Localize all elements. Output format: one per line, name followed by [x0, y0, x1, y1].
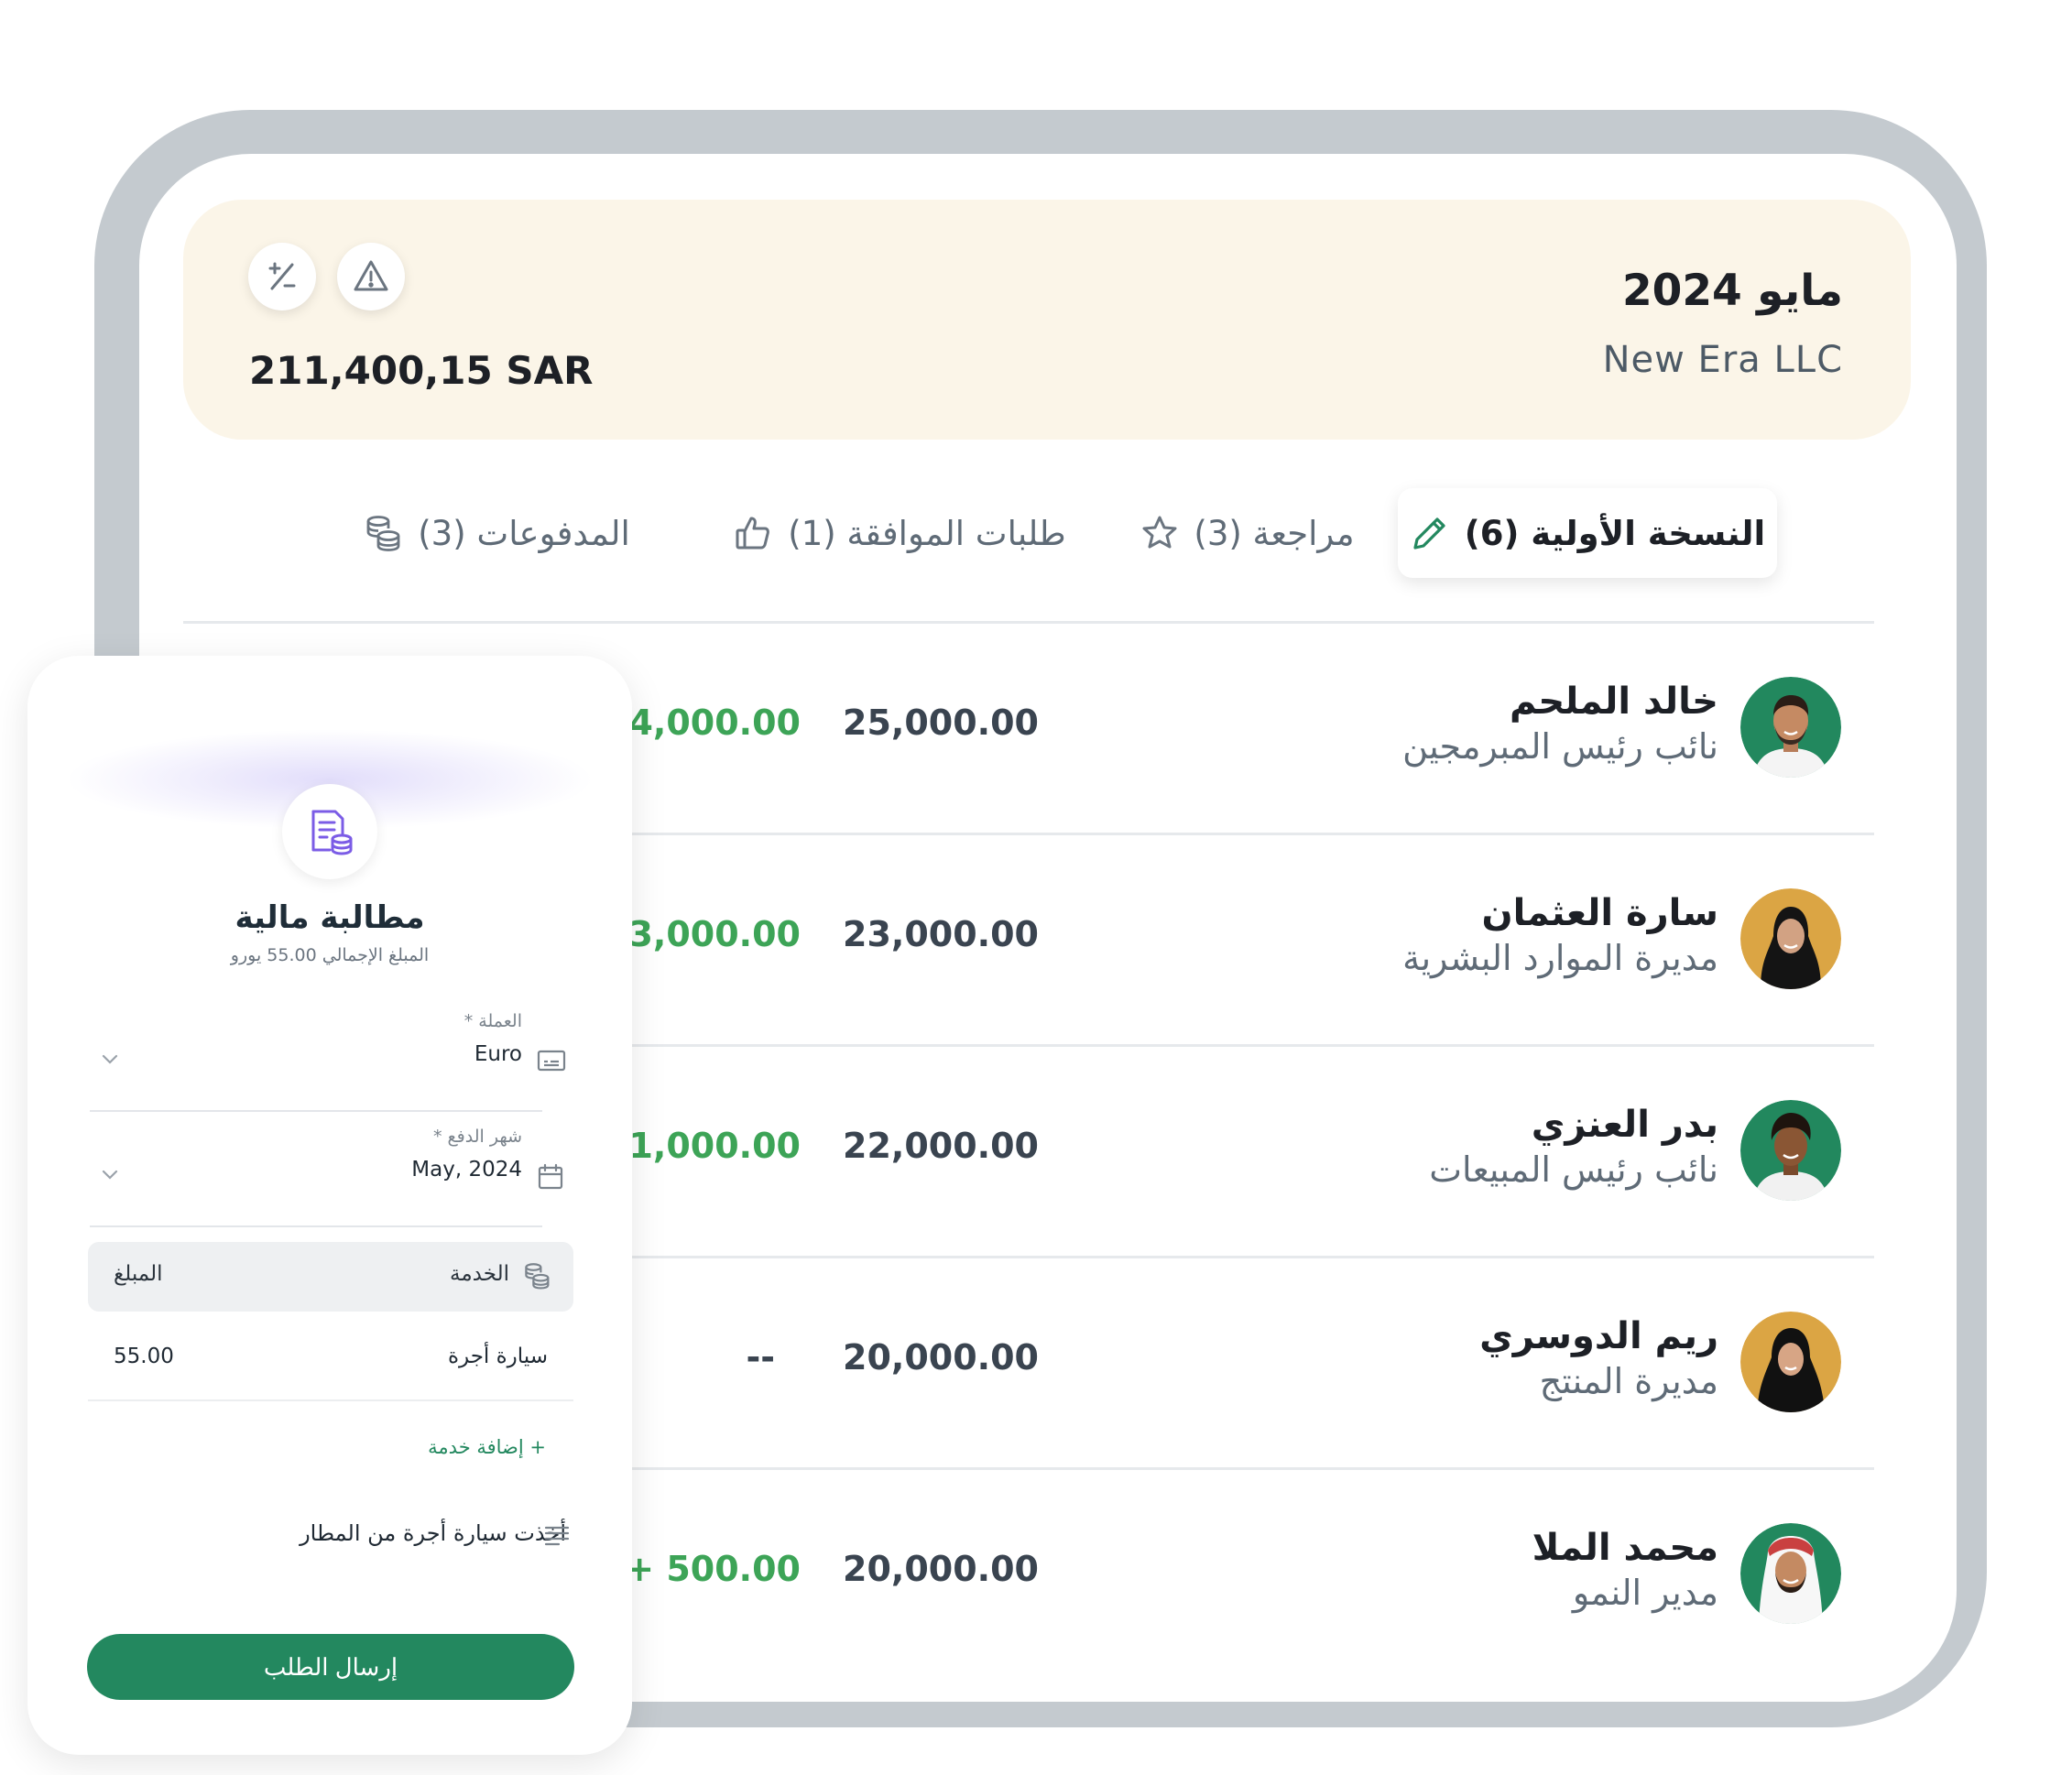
calendar-icon — [538, 1163, 563, 1190]
adjustments-button[interactable] — [248, 243, 316, 310]
employee-role: مدير النمو — [1572, 1573, 1718, 1613]
plus-minus-icon — [268, 262, 296, 290]
employee-role: نائب رئيس المبيعات — [1429, 1149, 1718, 1190]
employee-name: خالد الملحم — [1510, 681, 1718, 723]
claim-title: مطالبة مالية — [234, 899, 425, 936]
payment-month-value: May, 2024 — [411, 1158, 522, 1182]
coins-icon — [366, 516, 400, 551]
coins-icon — [525, 1263, 550, 1290]
additions-amount: + 500.00 — [625, 1549, 801, 1589]
employee-name: بدر العنزي — [1531, 1104, 1718, 1146]
additions-amount: -- — [746, 1337, 775, 1378]
currency-select[interactable]: العملة * Euro — [90, 1011, 542, 1112]
financial-claim-card: مطالبة مالية المبلغ الإجمالي 55.00 يورو … — [27, 656, 632, 1755]
money-card-icon — [537, 1050, 566, 1072]
warning-icon — [354, 260, 388, 291]
employee-name: ريم الدوسري — [1479, 1315, 1718, 1357]
base-salary: 25,000.00 — [843, 702, 1039, 743]
thumbs-up-icon — [736, 517, 770, 550]
employee-name: محمد الملا — [1532, 1527, 1718, 1569]
payroll-summary-card: مايو 2024 New Era LLC 211,400,15 SAR — [183, 200, 1911, 440]
avatar — [1740, 677, 1841, 778]
employee-name: سارة العثمان — [1481, 892, 1718, 934]
payment-month-select[interactable]: شهر الدفع * May, 2024 — [90, 1127, 542, 1227]
service-row[interactable]: سيارة أجرة 55.00 — [88, 1313, 573, 1401]
employee-role: نائب رئيس المبرمجين — [1402, 726, 1718, 767]
tab-label: مراجعة (3) — [1194, 513, 1355, 553]
currency-value: Euro — [474, 1042, 522, 1066]
claim-total-subtitle: المبلغ الإجمالي 55.00 يورو — [230, 945, 430, 965]
claim-note[interactable]: أخذت سيارة أجرة من المطار — [300, 1520, 566, 1546]
payroll-total-amount: 211,400,15 SAR — [249, 348, 594, 393]
services-table-header: الخدمة المبلغ — [88, 1242, 573, 1312]
claim-document-badge — [282, 784, 377, 879]
payment-month-label: شهر الدفع * — [433, 1127, 522, 1147]
chevron-down-icon — [102, 1054, 118, 1064]
tab-approval-requests[interactable]: طلبات الموافقة (1) — [707, 488, 1092, 578]
tab-label: المدفوعات (3) — [418, 513, 630, 553]
add-service-link[interactable]: + إضافة خدمة — [428, 1436, 546, 1458]
document-coins-icon — [311, 810, 353, 855]
base-salary: 23,000.00 — [843, 914, 1039, 954]
base-salary: 20,000.00 — [843, 1337, 1039, 1378]
base-salary: 22,000.00 — [843, 1126, 1039, 1166]
tab-label: النسخة الأولية (6) — [1464, 513, 1766, 553]
tab-payments[interactable]: المدفوعات (3) — [336, 488, 657, 578]
status-tabs: النسخة الأولية (6) مراجعة (3) طلبات المو… — [139, 488, 1957, 580]
payroll-month-title: مايو 2024 — [1621, 266, 1843, 316]
tab-label: طلبات الموافقة (1) — [788, 513, 1066, 553]
pencil-icon — [1413, 517, 1445, 550]
chevron-down-icon — [102, 1170, 118, 1180]
employee-role: مديرة المنتج — [1539, 1361, 1718, 1401]
submit-request-button[interactable]: إرسال الطلب — [87, 1634, 574, 1700]
company-name: New Era LLC — [1602, 339, 1843, 381]
employee-role: مديرة الموارد البشرية — [1402, 938, 1718, 978]
service-column-header: الخدمة — [450, 1262, 509, 1286]
additions-amount: 3,000.00 — [628, 914, 801, 954]
additions-amount: 4,000.00 — [628, 702, 801, 743]
avatar — [1740, 1312, 1841, 1412]
tab-draft[interactable]: النسخة الأولية (6) — [1398, 488, 1777, 578]
service-amount: 55.00 — [114, 1345, 174, 1368]
warnings-button[interactable] — [337, 243, 405, 310]
amount-column-header: المبلغ — [114, 1262, 163, 1286]
service-name: سيارة أجرة — [447, 1345, 548, 1368]
avatar — [1740, 888, 1841, 989]
base-salary: 20,000.00 — [843, 1549, 1039, 1589]
avatar — [1740, 1523, 1841, 1624]
text-lines-icon — [544, 1526, 570, 1546]
star-icon — [1142, 516, 1177, 549]
avatar — [1740, 1100, 1841, 1201]
tab-review[interactable]: مراجعة (3) — [1129, 488, 1367, 578]
additions-amount: 1,000.00 — [628, 1126, 801, 1166]
currency-label: العملة * — [463, 1011, 522, 1031]
